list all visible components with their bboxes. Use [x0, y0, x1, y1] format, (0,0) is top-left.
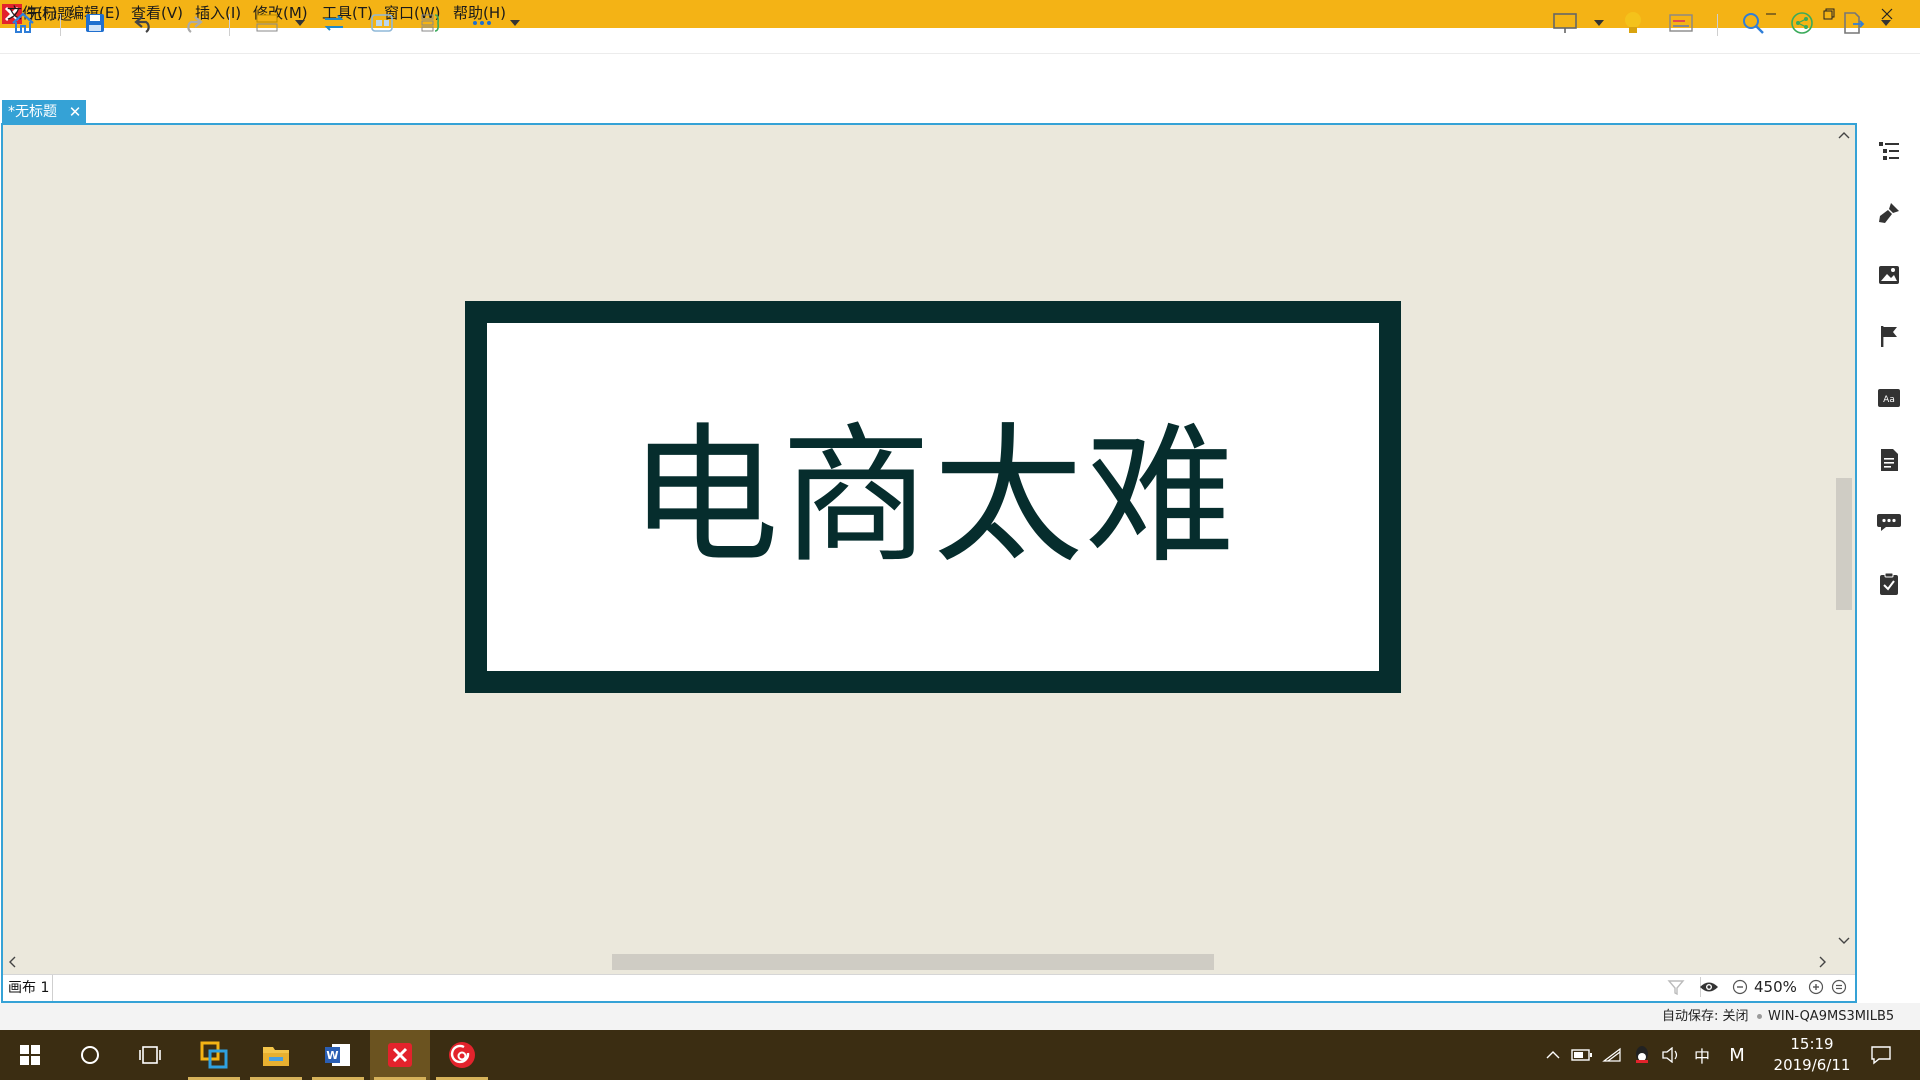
gantt-icon[interactable] — [1666, 8, 1696, 38]
home-icon[interactable] — [8, 8, 38, 38]
lightbulb-icon[interactable] — [1618, 8, 1648, 38]
export-icon[interactable] — [1838, 8, 1868, 38]
zoom-out-icon[interactable] — [1732, 979, 1748, 995]
scroll-left-icon[interactable] — [5, 954, 21, 970]
topic-style-icon[interactable] — [252, 8, 282, 38]
toolbar — [0, 55, 1920, 99]
chevron-down-icon[interactable] — [1879, 12, 1893, 34]
netease-music-icon[interactable] — [432, 1030, 492, 1080]
toolbar-separator — [1717, 14, 1718, 36]
undo-icon[interactable] — [129, 8, 159, 38]
text-style-icon[interactable]: Aa — [1873, 382, 1905, 414]
file-explorer-icon[interactable] — [246, 1030, 306, 1080]
autosave-status[interactable]: 自动保存: 关闭 — [1662, 1009, 1749, 1025]
boundary-icon[interactable] — [367, 8, 397, 38]
side-panel — [1858, 123, 1920, 1003]
wifi-icon[interactable] — [1600, 1042, 1624, 1068]
notes-icon[interactable] — [1873, 444, 1905, 476]
scroll-down-icon[interactable] — [1836, 932, 1852, 948]
qq-tray-icon[interactable] — [1630, 1042, 1654, 1068]
ime-mode-indicator[interactable]: M — [1725, 1042, 1749, 1068]
svg-text:W: W — [326, 1049, 338, 1062]
redo-icon[interactable] — [178, 8, 208, 38]
toolbar-separator — [60, 14, 61, 36]
toolbar-separator — [229, 14, 230, 36]
close-tab-icon[interactable]: ✕ — [68, 103, 82, 121]
eye-icon[interactable] — [1698, 978, 1720, 996]
horizontal-scrollbar-thumb[interactable] — [612, 954, 1214, 970]
central-topic[interactable]: 电商太难 — [465, 301, 1401, 693]
scroll-right-icon[interactable] — [1814, 954, 1830, 970]
chevron-down-icon[interactable] — [293, 12, 307, 34]
format-brush-icon[interactable] — [1873, 197, 1905, 229]
cortana-search-icon[interactable] — [60, 1030, 120, 1080]
save-icon[interactable] — [80, 8, 110, 38]
machine-name: WIN-QA9MS3MILB5 — [1768, 1009, 1895, 1024]
search-icon[interactable] — [1738, 8, 1768, 38]
svg-text:Aa: Aa — [1883, 395, 1895, 405]
share-icon[interactable] — [1787, 8, 1817, 38]
marker-flag-icon[interactable] — [1873, 320, 1905, 352]
windows-start-icon[interactable] — [0, 1030, 60, 1080]
task-view-icon[interactable] — [120, 1030, 180, 1080]
battery-icon[interactable] — [1570, 1042, 1594, 1068]
outline-icon[interactable] — [1873, 135, 1905, 167]
status-dot-icon — [1757, 1014, 1762, 1019]
status-bar — [0, 1003, 1920, 1030]
vertical-scrollbar-thumb[interactable] — [1836, 478, 1852, 610]
word-app-icon[interactable]: W — [308, 1030, 368, 1080]
clock-time[interactable]: 15:19 — [1784, 1034, 1840, 1054]
fit-map-icon[interactable] — [1831, 979, 1847, 995]
xmind-app-icon[interactable] — [370, 1030, 430, 1080]
presentation-icon[interactable] — [1550, 8, 1580, 38]
tray-expand-icon[interactable] — [1543, 1042, 1563, 1068]
notification-icon[interactable] — [1868, 1042, 1894, 1068]
sheet-tab[interactable]: 画布 1 — [3, 975, 53, 1001]
zoom-level: 450% — [1754, 978, 1797, 996]
image-icon[interactable] — [1873, 259, 1905, 291]
clock-date[interactable]: 2019/6/11 — [1768, 1055, 1856, 1075]
volume-icon[interactable] — [1659, 1042, 1683, 1068]
chevron-down-icon[interactable] — [508, 12, 522, 34]
task-checklist-icon[interactable] — [1873, 568, 1905, 600]
central-topic-text: 电商太难 — [628, 410, 1237, 584]
sheet-bar — [3, 974, 1855, 1001]
taskbar-app-remote-icon[interactable] — [184, 1030, 244, 1080]
comment-icon[interactable] — [1873, 506, 1905, 538]
zoom-in-icon[interactable] — [1808, 979, 1824, 995]
ime-chinese-indicator[interactable]: 中 — [1690, 1042, 1714, 1068]
scroll-up-icon[interactable] — [1836, 128, 1852, 144]
chevron-down-icon[interactable] — [1592, 12, 1606, 34]
summary-icon[interactable] — [416, 8, 446, 38]
more-icon[interactable] — [467, 8, 497, 38]
relationship-icon[interactable] — [319, 8, 349, 38]
filter-icon[interactable] — [1667, 978, 1685, 996]
